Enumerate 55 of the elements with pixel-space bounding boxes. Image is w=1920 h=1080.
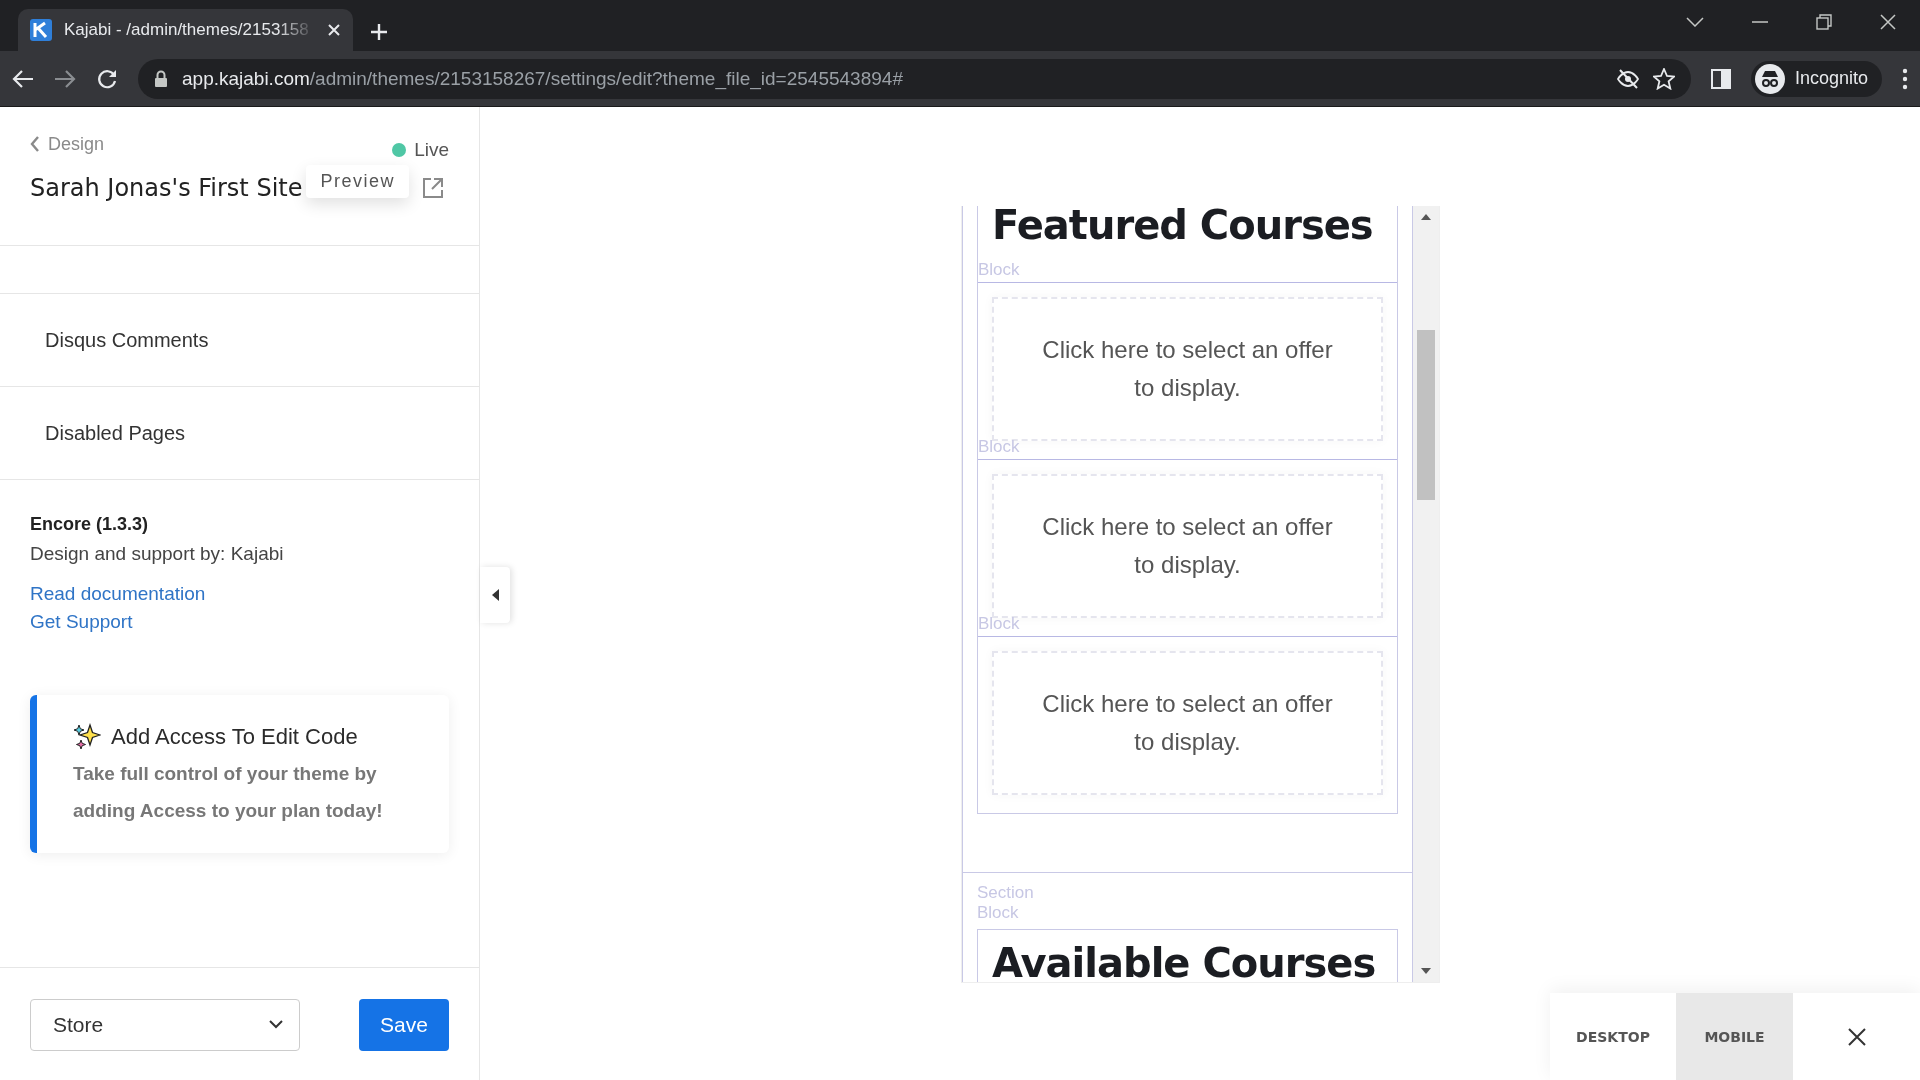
settings-item[interactable]: Disqus Comments (0, 294, 479, 387)
chevron-down-icon (1686, 17, 1704, 27)
close-icon (1847, 1028, 1866, 1046)
offer-placeholder[interactable]: Click here to select an offer to display. (992, 474, 1383, 618)
back-link[interactable]: Design (30, 133, 105, 155)
collapse-handle[interactable] (480, 567, 510, 623)
offer-placeholder[interactable]: Click here to select an offer to display. (992, 297, 1383, 441)
scroll-down-icon[interactable] (1421, 968, 1431, 974)
section-label: Section (977, 883, 1035, 903)
plus-icon (369, 22, 389, 42)
lock-icon (154, 69, 168, 88)
view-tab[interactable]: DESKTOP (1550, 993, 1676, 1080)
restore-icon (1816, 14, 1832, 30)
block-label: Block (978, 260, 1020, 280)
reload-icon (96, 67, 118, 90)
chevron-left-icon (30, 136, 40, 152)
block-label: Block (977, 903, 1020, 923)
close-icon (327, 23, 341, 37)
eye-slash-icon (1616, 68, 1639, 89)
site-title: Sarah Jonas's First Site (30, 173, 303, 202)
incognito-icon (1754, 63, 1785, 94)
profile-button[interactable]: Incognito (1750, 60, 1882, 97)
status-label: Live (414, 139, 449, 161)
more-menu-icon (1902, 67, 1908, 90)
minimize-icon (1752, 21, 1768, 23)
view-tab[interactable]: MOBILE (1676, 993, 1793, 1080)
offer-placeholder[interactable]: Click here to select an offer to display. (992, 651, 1383, 795)
close-icon (1880, 14, 1896, 30)
caret-left-icon (491, 589, 499, 601)
side-panel-icon (1710, 68, 1731, 89)
scrollbar-thumb[interactable] (1417, 330, 1435, 500)
external-link-icon (422, 176, 444, 199)
promo-title: Add Access To Edit Code (111, 724, 358, 750)
section-heading: Available Courses (991, 940, 1377, 982)
scroll-up-icon[interactable] (1421, 214, 1431, 220)
browser-tab[interactable]: Kajabi - /admin/themes/2153158 (18, 9, 353, 51)
forward-arrow-icon (54, 68, 76, 89)
preview-tooltip: Preview (306, 165, 409, 198)
help-link[interactable]: Get Support (30, 611, 133, 633)
sparkles-icon (73, 723, 101, 751)
save-button[interactable]: Save (359, 998, 449, 1051)
tab-title: Kajabi - /admin/themes/2153158 (64, 20, 310, 40)
url-text: app.kajabi.com/admin/themes/2153158267/settings/edit?theme_file_id=2545543894# (182, 67, 904, 90)
help-link[interactable]: Read documentation (30, 583, 206, 605)
scrollbar[interactable] (1413, 206, 1439, 982)
page-select[interactable]: Store (30, 998, 300, 1051)
address-bar[interactable]: app.kajabi.com/admin/themes/2153158267/settings/edit?theme_file_id=2545543894# (138, 58, 1691, 99)
theme-name: Encore (1.3.3) (30, 514, 150, 535)
chevron-down-icon (269, 1020, 283, 1029)
promo-text: Take full control of your theme by adding Access to your plan today! (73, 762, 384, 823)
settings-item[interactable]: Disabled Pages (0, 387, 479, 480)
theme-credit: Design and support by: Kajabi (30, 543, 285, 565)
star-icon (1652, 67, 1675, 90)
back-arrow-icon (12, 68, 34, 89)
section-heading: Featured Courses (991, 206, 1374, 248)
